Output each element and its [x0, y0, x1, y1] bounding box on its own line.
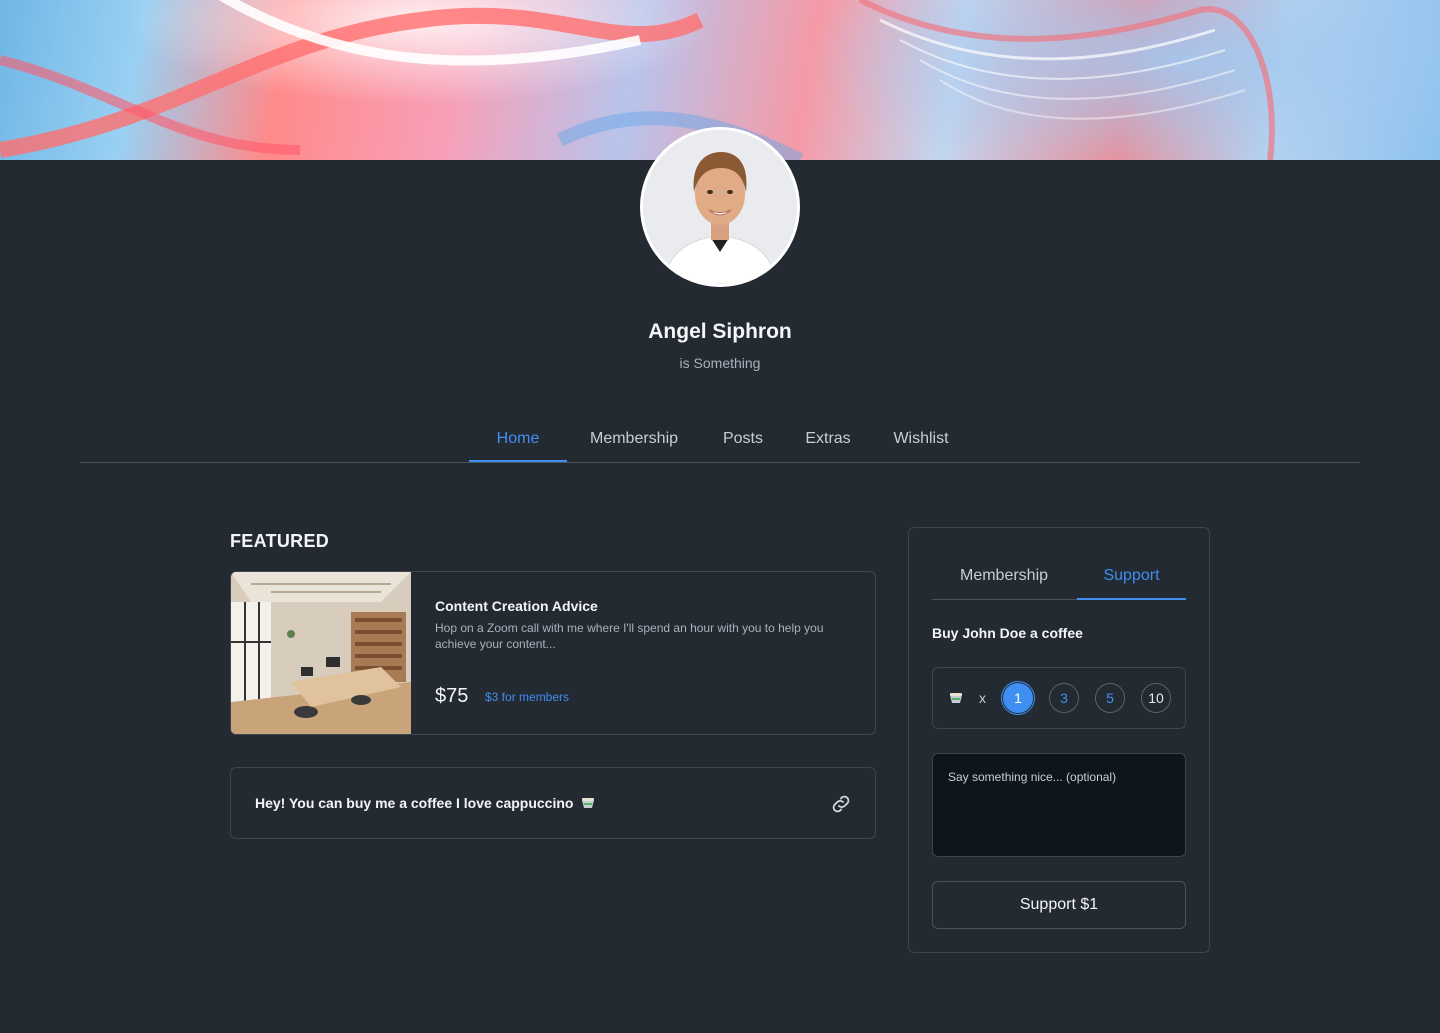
quantity-option-10[interactable]: 10: [1141, 683, 1171, 713]
avatar-photo: [643, 130, 797, 284]
avatar: [640, 127, 800, 287]
coffee-note-text: Hey! You can buy me a coffee I love capp…: [255, 795, 574, 811]
profile-tabs: Home Membership Posts Extras Wishlist: [80, 420, 1360, 463]
multiplier-sign: x: [979, 690, 986, 706]
office-illustration: [231, 572, 411, 734]
quantity-option-3[interactable]: 3: [1049, 683, 1079, 713]
support-panel-tabs: Membership Support: [932, 554, 1186, 600]
featured-card-price: $75: [435, 685, 469, 707]
support-message-input[interactable]: [932, 753, 1186, 857]
featured-image: [231, 572, 411, 734]
member-price-link[interactable]: $3 for members: [485, 690, 569, 704]
tab-membership[interactable]: Membership: [577, 420, 691, 462]
coffee-note: Hey! You can buy me a coffee I love capp…: [255, 795, 595, 812]
tab-posts[interactable]: Posts: [711, 420, 775, 462]
support-panel: Membership Support Buy John Doe a coffee…: [908, 527, 1210, 953]
quantity-option-1[interactable]: 1: [1003, 683, 1033, 713]
tab-extras[interactable]: Extras: [795, 420, 861, 462]
coffee-cup-icon: [949, 691, 963, 709]
tab-home[interactable]: Home: [469, 420, 567, 462]
profile-subtitle: is Something: [679, 355, 761, 371]
link-icon[interactable]: [829, 792, 853, 816]
featured-card[interactable]: Content Creation Advice Hop on a Zoom ca…: [230, 571, 876, 735]
coffee-note-card[interactable]: Hey! You can buy me a coffee I love capp…: [230, 767, 876, 839]
coffee-cup-icon: [581, 796, 595, 812]
coffee-quantity-selector: x 1 3 5 10: [932, 667, 1186, 729]
featured-card-title: Content Creation Advice: [435, 598, 598, 614]
support-heading: Buy John Doe a coffee: [932, 625, 1083, 641]
panel-tab-membership[interactable]: Membership: [932, 554, 1076, 600]
panel-tab-support[interactable]: Support: [1077, 554, 1186, 600]
support-button[interactable]: Support $1: [932, 881, 1186, 929]
featured-card-description: Hop on a Zoom call with me where I'll sp…: [435, 621, 824, 651]
featured-heading: FEATURED: [230, 531, 330, 551]
quantity-option-5[interactable]: 5: [1095, 683, 1125, 713]
tab-wishlist[interactable]: Wishlist: [881, 420, 961, 462]
profile-name: Angel Siphron: [648, 320, 792, 343]
